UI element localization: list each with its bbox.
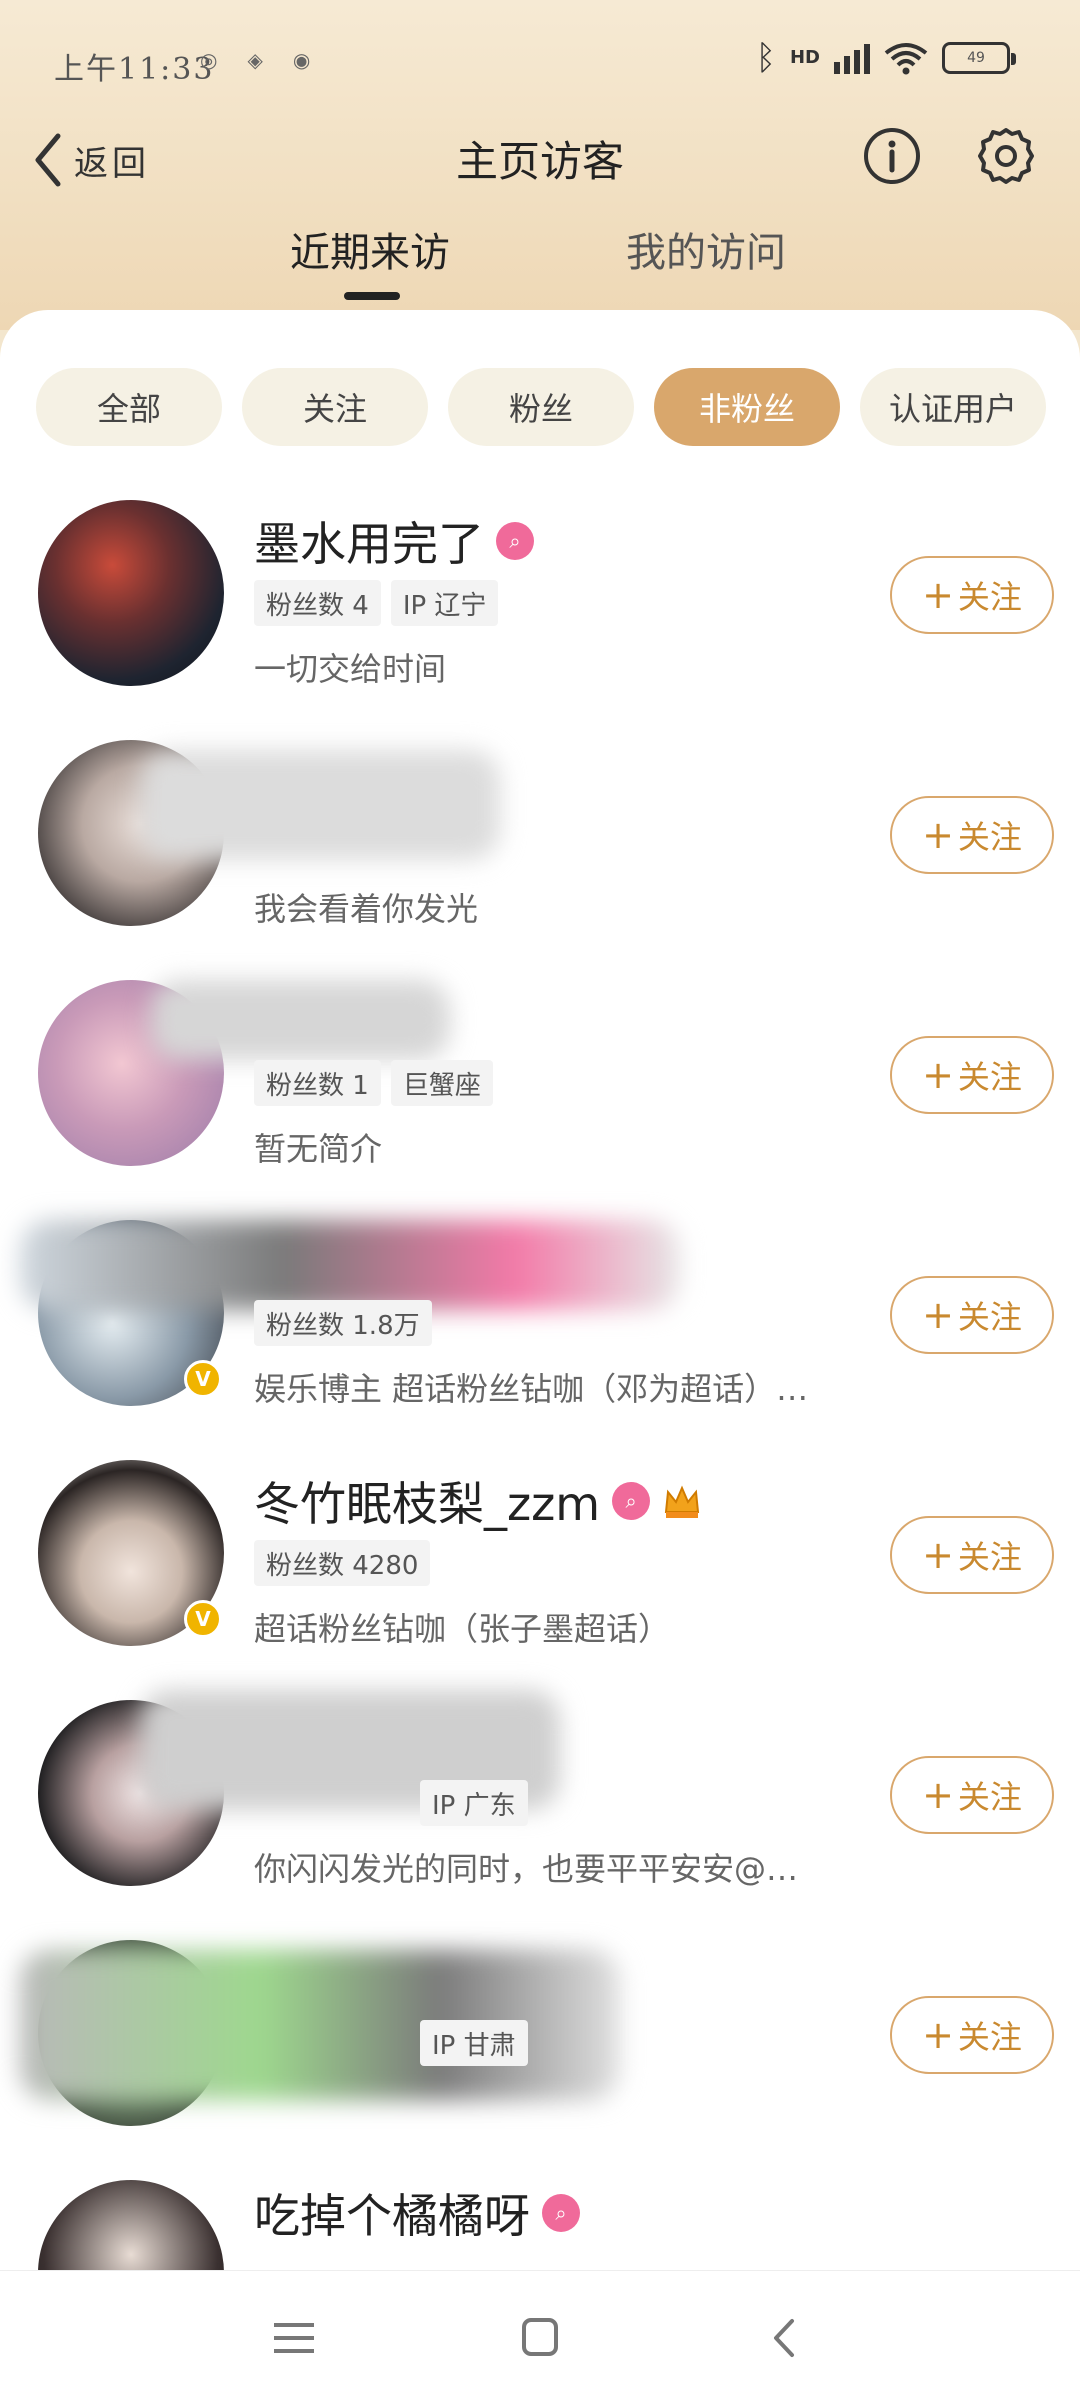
notification-icons: ◎ ◈ ◉ <box>200 48 310 72</box>
visitor-bio: 娱乐博主 超话粉丝钻咖（邓为超话）… <box>254 1370 809 1408</box>
visitor-tags: 粉丝数 1 巨蟹座 <box>254 1060 493 1106</box>
list-item[interactable]: V 冬竹眠枝梨_zzm ⌕ 粉丝数 4280 超话粉丝钻咖（张子墨超话） + 关注 <box>0 1440 1080 1680</box>
visitor-name[interactable]: 吃掉个橘橘呀 ⌕ <box>254 2180 580 2246</box>
list-item[interactable]: IP 甘肃 + 关注 <box>0 1920 1080 2160</box>
back-nav-icon[interactable] <box>756 2313 816 2363</box>
content-card: 全部 关注 粉丝 非粉丝 认证用户 墨水用完了 ⌕ 粉丝数 4 IP 辽宁 一切… <box>0 310 1080 2400</box>
list-item[interactable]: V 粉丝数 1.8万 娱乐博主 超话粉丝钻咖（邓为超话）… + 关注 <box>0 1200 1080 1440</box>
filter-following[interactable]: 关注 <box>242 368 428 446</box>
info-icon[interactable] <box>860 124 924 188</box>
filter-chips: 全部 关注 粉丝 非粉丝 认证用户 <box>36 368 1046 446</box>
notification-icon: ◈ <box>247 48 263 72</box>
super-topic-icon: ⌕ <box>496 522 534 560</box>
battery-icon: 49 <box>942 42 1016 74</box>
filter-all[interactable]: 全部 <box>36 368 222 446</box>
visitor-name[interactable]: 冬竹眠枝梨_zzm ⌕ <box>254 1468 702 1534</box>
menu-icon[interactable] <box>264 2313 324 2363</box>
visitor-bio: 我会看着你发光 <box>254 890 479 928</box>
visitor-bio: 你闪闪发光的同时，也要平平安安@… <box>254 1850 799 1888</box>
visitor-tags: 粉丝数 4280 <box>254 1540 431 1586</box>
filter-verified[interactable]: 认证用户 <box>860 368 1046 446</box>
follow-button[interactable]: + 关注 <box>890 556 1054 634</box>
super-topic-icon: ⌕ <box>542 2194 580 2232</box>
list-item[interactable]: 我会看着你发光 + 关注 <box>0 720 1080 960</box>
visitor-bio: 超话粉丝钻咖（张子墨超话） <box>254 1610 671 1648</box>
verified-badge-icon: V <box>184 1600 222 1638</box>
redacted-overlay <box>150 980 450 1060</box>
visitor-name[interactable]: 墨水用完了 ⌕ <box>254 508 534 574</box>
tag: 粉丝数 1.8万 <box>254 1300 432 1346</box>
filter-non-fans[interactable]: 非粉丝 <box>654 368 840 446</box>
visitor-tags: IP 甘肃 <box>420 2020 528 2066</box>
tag: IP 广东 <box>420 1780 528 1826</box>
filter-fans[interactable]: 粉丝 <box>448 368 634 446</box>
list-item[interactable]: 粉丝数 1 巨蟹座 暂无简介 + 关注 <box>0 960 1080 1200</box>
status-time: 上午11:33 <box>54 52 215 87</box>
nav-bar: 返回 主页访客 <box>0 110 1080 210</box>
tab-recent-visits[interactable]: 近期来访 <box>290 220 450 278</box>
tab-my-visits[interactable]: 我的访问 <box>626 220 786 278</box>
tag: IP 甘肃 <box>420 2020 528 2066</box>
hd-icon: HD <box>789 47 820 68</box>
tab-bar: 近期来访 我的访问 <box>0 220 1080 310</box>
tag: 巨蟹座 <box>390 1060 493 1106</box>
redacted-overlay <box>20 1220 680 1310</box>
follow-button[interactable]: + 关注 <box>890 1036 1054 1114</box>
tag: 粉丝数 4 <box>254 580 381 626</box>
visitor-tags: 粉丝数 1.8万 <box>254 1300 432 1346</box>
redacted-overlay <box>20 1950 620 2100</box>
status-right: ᛒ HD 49 <box>755 38 1016 78</box>
bluetooth-icon: ᛒ <box>755 38 776 78</box>
follow-button[interactable]: + 关注 <box>890 1516 1054 1594</box>
visitor-tags: 粉丝数 4 IP 辽宁 <box>254 580 499 626</box>
super-topic-icon: ⌕ <box>612 1482 651 1520</box>
visitor-bio: 一切交给时间 <box>254 650 447 688</box>
wifi-icon <box>884 43 928 75</box>
visitor-bio: 暂无简介 <box>254 1130 383 1168</box>
redacted-overlay <box>140 750 500 860</box>
home-icon[interactable] <box>510 2313 570 2363</box>
system-nav-bar <box>0 2270 1080 2400</box>
gear-icon[interactable] <box>974 124 1038 188</box>
signal-icon <box>834 42 870 74</box>
visitor-tags: IP 广东 <box>420 1780 528 1826</box>
header-background: 上午11:33 ◎ ◈ ◉ ᛒ HD 49 返回 主页访客 近期来访 我的访问 <box>0 0 1080 330</box>
tag: IP 辽宁 <box>390 580 499 626</box>
follow-button[interactable]: + 关注 <box>890 1996 1054 2074</box>
crown-icon <box>665 1485 700 1518</box>
verified-badge-icon: V <box>184 1360 222 1398</box>
avatar[interactable] <box>38 500 224 686</box>
list-item[interactable]: 墨水用完了 ⌕ 粉丝数 4 IP 辽宁 一切交给时间 + 关注 <box>0 480 1080 720</box>
follow-button[interactable]: + 关注 <box>890 796 1054 874</box>
follow-button[interactable]: + 关注 <box>890 1756 1054 1834</box>
status-bar: 上午11:33 ◎ ◈ ◉ ᛒ HD 49 <box>0 0 1080 110</box>
tab-indicator <box>344 292 400 300</box>
tag: 粉丝数 4280 <box>254 1540 431 1586</box>
tag: 粉丝数 1 <box>254 1060 381 1106</box>
follow-button[interactable]: + 关注 <box>890 1276 1054 1354</box>
notification-icon: ◉ <box>292 48 311 72</box>
notification-icon: ◎ <box>200 48 218 72</box>
list-item[interactable]: IP 广东 你闪闪发光的同时，也要平平安安@… + 关注 <box>0 1680 1080 1920</box>
